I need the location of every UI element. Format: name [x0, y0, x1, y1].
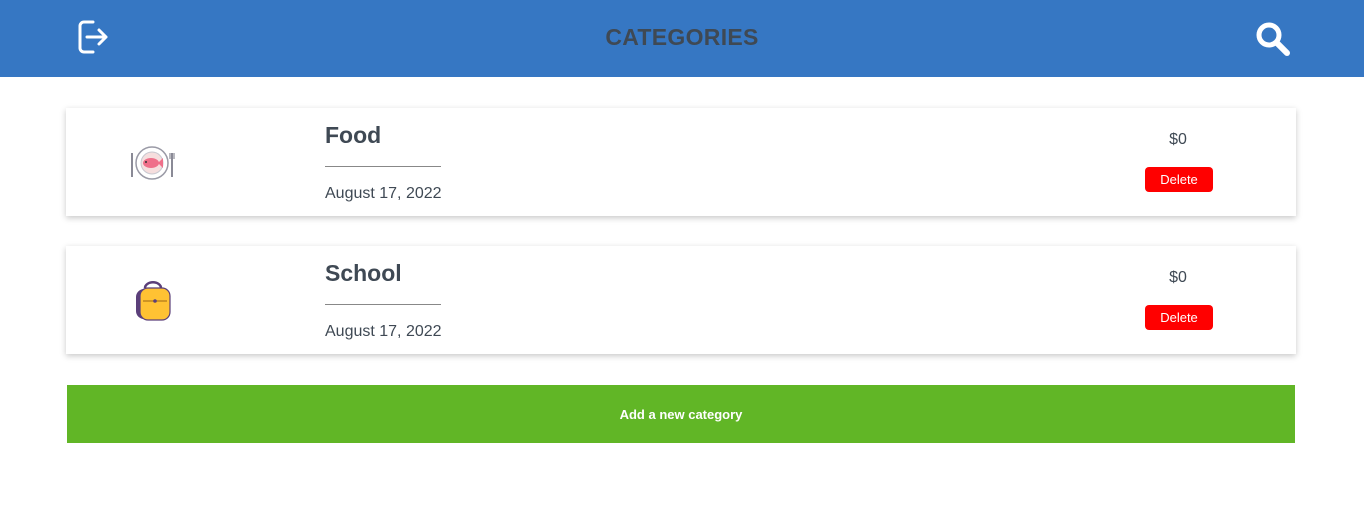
plate-fish-icon [128, 141, 178, 185]
category-card: Food August 17, 2022 $0 Delete [66, 108, 1296, 216]
delete-button[interactable]: Delete [1145, 305, 1213, 330]
category-name: Food [325, 122, 382, 148]
top-bar: CATEGORIES [0, 0, 1364, 77]
category-amount: $0 [1169, 269, 1187, 286]
delete-button[interactable]: Delete [1145, 167, 1213, 192]
divider [325, 166, 441, 167]
search-button[interactable] [1254, 20, 1292, 58]
category-card: School August 17, 2022 $0 Delete [66, 246, 1296, 354]
backpack-icon [128, 279, 178, 323]
category-date: August 17, 2022 [325, 323, 442, 340]
search-icon [1256, 22, 1290, 56]
category-date: August 17, 2022 [325, 185, 442, 202]
add-category-button[interactable]: Add a new category [67, 385, 1295, 443]
category-name: School [325, 260, 402, 286]
page-title: CATEGORIES [605, 24, 759, 50]
category-amount: $0 [1169, 131, 1187, 148]
divider [325, 304, 441, 305]
